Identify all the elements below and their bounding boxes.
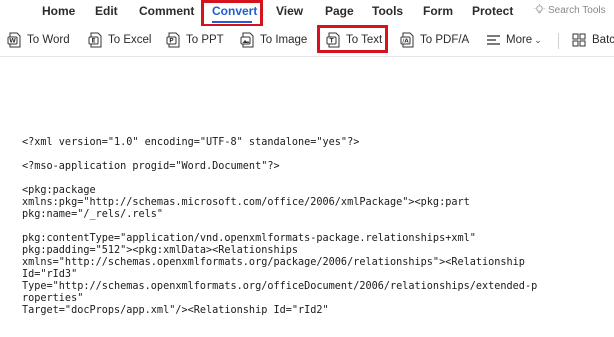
- document-view: <?xml version="1.0" encoding="UTF-8" sta…: [0, 57, 614, 337]
- svg-text:W: W: [9, 38, 16, 45]
- svg-text:E: E: [91, 38, 95, 45]
- to-image-button[interactable]: To Image: [240, 30, 307, 50]
- svg-text:P: P: [169, 38, 174, 45]
- batch-label: Batc: [592, 34, 614, 46]
- menu-comment[interactable]: Comment: [139, 3, 194, 19]
- menu-view[interactable]: View: [276, 3, 303, 19]
- menu-protect[interactable]: Protect: [472, 3, 513, 19]
- convert-toolbar: W To Word E To Excel P To PPT To Image T…: [0, 25, 614, 57]
- excel-file-icon: E: [88, 32, 102, 48]
- batch-grid-icon: [572, 33, 586, 47]
- to-image-label: To Image: [260, 34, 308, 46]
- menu-page[interactable]: Page: [325, 3, 354, 19]
- to-excel-label: To Excel: [108, 34, 152, 46]
- menu-form[interactable]: Form: [423, 3, 453, 19]
- batch-button[interactable]: Batc: [572, 30, 614, 50]
- pdfa-file-icon: /A: [400, 32, 414, 48]
- more-button[interactable]: More ⌄: [486, 30, 542, 50]
- document-line: Type="http://schemas.openxmlformats.org/…: [22, 281, 538, 292]
- document-line: xmlns:pkg="http://schemas.microsoft.com/…: [22, 197, 470, 208]
- image-file-icon: [240, 32, 254, 48]
- svg-text:/A: /A: [402, 39, 409, 45]
- document-line: roperties": [22, 293, 84, 304]
- document-line: <?xml version="1.0" encoding="UTF-8" sta…: [22, 137, 360, 148]
- document-line: pkg:padding="512"><pkg:xmlData><Relation…: [22, 245, 299, 256]
- toolbar-divider: [558, 33, 559, 49]
- to-ppt-button[interactable]: P To PPT: [166, 30, 224, 50]
- to-ppt-label: To PPT: [186, 34, 224, 46]
- menu-tools[interactable]: Tools: [372, 3, 403, 19]
- document-text: <?xml version="1.0" encoding="UTF-8" sta…: [22, 137, 607, 317]
- chevron-down-icon: ⌄: [534, 34, 542, 45]
- document-line: pkg:name="/_rels/.rels": [22, 209, 164, 220]
- convert-highlight-box: [201, 0, 263, 27]
- document-line: <?mso-application progid="Word.Document"…: [22, 161, 280, 172]
- ppt-file-icon: P: [166, 32, 180, 48]
- document-line: Id="rId3": [22, 269, 78, 280]
- more-lines-icon: [487, 35, 500, 45]
- to-pdfa-button[interactable]: /A To PDF/A: [400, 30, 469, 50]
- menu-bar: Home Edit Comment Convert View Page Tool…: [0, 0, 614, 27]
- more-label: More: [506, 34, 533, 46]
- word-file-icon: W: [7, 32, 21, 48]
- document-line: Target="docProps/app.xml"/><Relationship…: [22, 305, 329, 316]
- to-pdfa-label: To PDF/A: [420, 34, 470, 46]
- document-line: <pkg:package: [22, 185, 96, 196]
- search-tools-label: Search Tools: [548, 5, 606, 16]
- menu-home[interactable]: Home: [42, 3, 75, 19]
- to-word-button[interactable]: W To Word: [7, 30, 70, 50]
- to-word-label: To Word: [27, 34, 70, 46]
- document-line: pkg:contentType="application/vnd.openxml…: [22, 233, 476, 244]
- to-excel-button[interactable]: E To Excel: [88, 30, 151, 50]
- menu-edit[interactable]: Edit: [95, 3, 118, 19]
- document-line: xmlns="http://schemas.openxmlformats.org…: [22, 257, 525, 268]
- bulb-icon: [534, 4, 545, 14]
- to-text-highlight-box: [317, 25, 388, 53]
- search-tools[interactable]: Search Tools: [534, 4, 606, 16]
